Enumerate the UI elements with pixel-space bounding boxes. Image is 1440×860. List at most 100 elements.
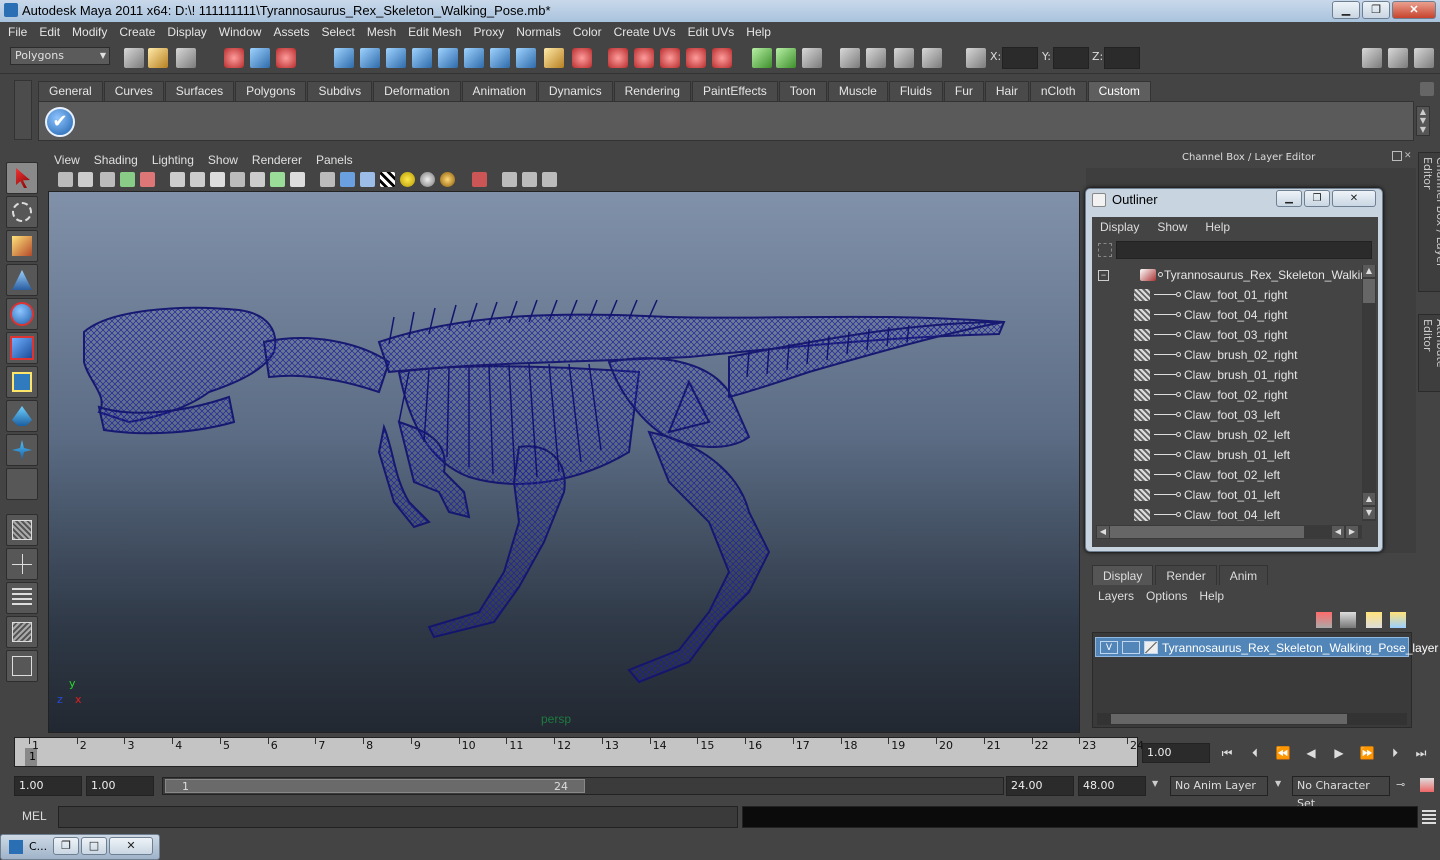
construction-icon[interactable] [634,48,654,68]
maximize-button[interactable]: ❐ [1362,1,1390,19]
resolution-gate-icon[interactable] [210,172,225,187]
open-scene-icon[interactable] [148,48,168,68]
help-question-icon[interactable] [516,48,536,68]
playback-end-field[interactable]: 24.00 [1006,776,1074,796]
scroll-up-icon[interactable]: ▲ [1363,493,1375,505]
ipr-render-icon[interactable] [802,48,822,68]
outliner-item[interactable]: Claw_foot_01_right [1096,285,1362,305]
layout-single-button[interactable] [6,514,38,546]
shelf-tab-painteffects[interactable]: PaintEffects [691,81,778,101]
use-all-lights-icon[interactable] [400,172,415,187]
menu-select[interactable]: Select [317,25,362,39]
field-chart-icon[interactable] [250,172,265,187]
close-button[interactable]: ✕ [1392,1,1436,19]
render-view-icon[interactable] [752,48,772,68]
shelf-tab-rendering[interactable]: Rendering [613,81,691,101]
layer-tab-render[interactable]: Render [1155,565,1217,585]
range-slider-thumb[interactable]: 1 24 [165,779,585,793]
make-live-icon[interactable] [438,48,458,68]
go-to-end-icon[interactable]: ⏭ [1412,746,1430,760]
render-current-icon[interactable] [776,48,796,68]
new-scene-icon[interactable] [124,48,144,68]
tab-attribute-editor[interactable]: Attribute Editor [1418,314,1440,392]
select-hierarchy-icon[interactable] [224,48,244,68]
play-backwards-icon[interactable]: ◀ [1302,746,1320,760]
x-field[interactable] [1002,47,1038,69]
z-field[interactable] [1104,47,1140,69]
menu-create[interactable]: Create [115,25,163,39]
outliner-minimize-button[interactable]: ▁ [1276,190,1302,207]
paint-select-tool-button[interactable] [6,230,38,262]
channelbox-float-icon[interactable] [1392,151,1402,161]
isolate-select-icon[interactable] [472,172,487,187]
new-layer-icon[interactable] [1366,612,1382,628]
layer-display-type-toggle[interactable] [1122,641,1140,654]
step-forward-frame-icon[interactable]: ⏵ [1386,746,1404,760]
shelf-tab-toon[interactable]: Toon [778,81,827,101]
shelf-scroll-icon[interactable]: ▲ ▼ ▼ [1416,106,1430,136]
new-layer-selected-icon[interactable] [1390,612,1406,628]
shadows-icon[interactable] [420,172,435,187]
checkmark-icon[interactable]: ✔ [45,107,75,137]
film-gate-icon[interactable] [190,172,205,187]
anim-layer-dropdown[interactable]: No Anim Layer [1170,776,1268,796]
shelf-tab-ncloth[interactable]: nCloth [1029,81,1087,101]
channelbox-toggle-icon[interactable] [1362,48,1382,68]
xray-icon[interactable] [502,172,517,187]
outliner-item[interactable]: Claw_foot_04_left [1096,505,1362,521]
xray-joints-icon[interactable] [522,172,537,187]
snap-magnet-icon[interactable] [686,48,706,68]
clapper-icon[interactable] [866,48,886,68]
select-component-icon[interactable] [276,48,296,68]
panel-menu-renderer[interactable]: Renderer [252,153,302,167]
layer-color-swatch[interactable] [1144,641,1158,654]
step-forward-key-icon[interactable]: ⏩ [1358,746,1376,760]
step-back-key-icon[interactable]: ⏪ [1274,746,1292,760]
outliner-filter-input[interactable] [1116,241,1372,259]
outliner-menu-display[interactable]: Display [1100,220,1139,234]
h-scroll-thumb[interactable] [1110,526,1304,538]
magnet-icon[interactable] [660,48,680,68]
outliner-item[interactable]: Claw_foot_01_left [1096,485,1362,505]
shelf-tab-custom[interactable]: Custom [1087,81,1151,101]
animation-start-field[interactable]: 1.00 [14,776,82,796]
minimize-button[interactable]: ▁ [1332,1,1360,19]
layout-hypergraph-button[interactable] [6,650,38,682]
wireframe-on-shaded-icon[interactable] [360,172,375,187]
grease-pencil-icon[interactable] [140,172,155,187]
history-icon[interactable] [608,48,628,68]
select-tool-button[interactable] [6,162,38,194]
menu-create-uvs[interactable]: Create UVs [610,25,684,39]
magnet-off-icon[interactable] [712,48,732,68]
outliner-close-button[interactable]: ✕ [1332,190,1376,207]
menu-normals[interactable]: Normals [512,25,569,39]
layer-visibility-toggle[interactable]: V [1100,641,1118,654]
layer-menu-layers[interactable]: Layers [1098,589,1134,603]
scroll-up-icon[interactable]: ▲ [1363,265,1375,277]
persp-viewport[interactable]: y x z persp [48,191,1080,733]
scroll-left-icon[interactable]: ◀ [1332,526,1344,538]
rotate-tool-button[interactable] [6,298,38,330]
layer-tab-display[interactable]: Display [1092,565,1154,585]
mel-label[interactable]: MEL [22,809,47,823]
menu-help[interactable]: Help [742,25,779,39]
wireframe-icon[interactable] [320,172,335,187]
range-slider[interactable]: 1 24 [162,777,1004,795]
y-field[interactable] [1053,47,1089,69]
shelf-tab-muscle[interactable]: Muscle [827,81,888,101]
hq-lighting-icon[interactable] [440,172,455,187]
menu-modify[interactable]: Modify [68,25,115,39]
attribute-editor-toggle-icon[interactable] [1388,48,1408,68]
last-tool-button[interactable] [6,468,38,500]
textured-icon[interactable] [380,172,395,187]
scroll-down-icon[interactable]: ▼ [1363,507,1375,519]
save-scene-icon[interactable] [176,48,196,68]
menu-proxy[interactable]: Proxy [470,25,513,39]
layout-outliner-button[interactable] [6,582,38,614]
select-object-icon[interactable] [250,48,270,68]
minimized-window-tab[interactable]: C... ❐ □ ✕ [0,834,160,860]
menu-edit-mesh[interactable]: Edit Mesh [404,25,469,39]
shelf-tab-animation[interactable]: Animation [461,81,537,101]
panel-menu-panels[interactable]: Panels [316,153,353,167]
menu-color[interactable]: Color [569,25,610,39]
